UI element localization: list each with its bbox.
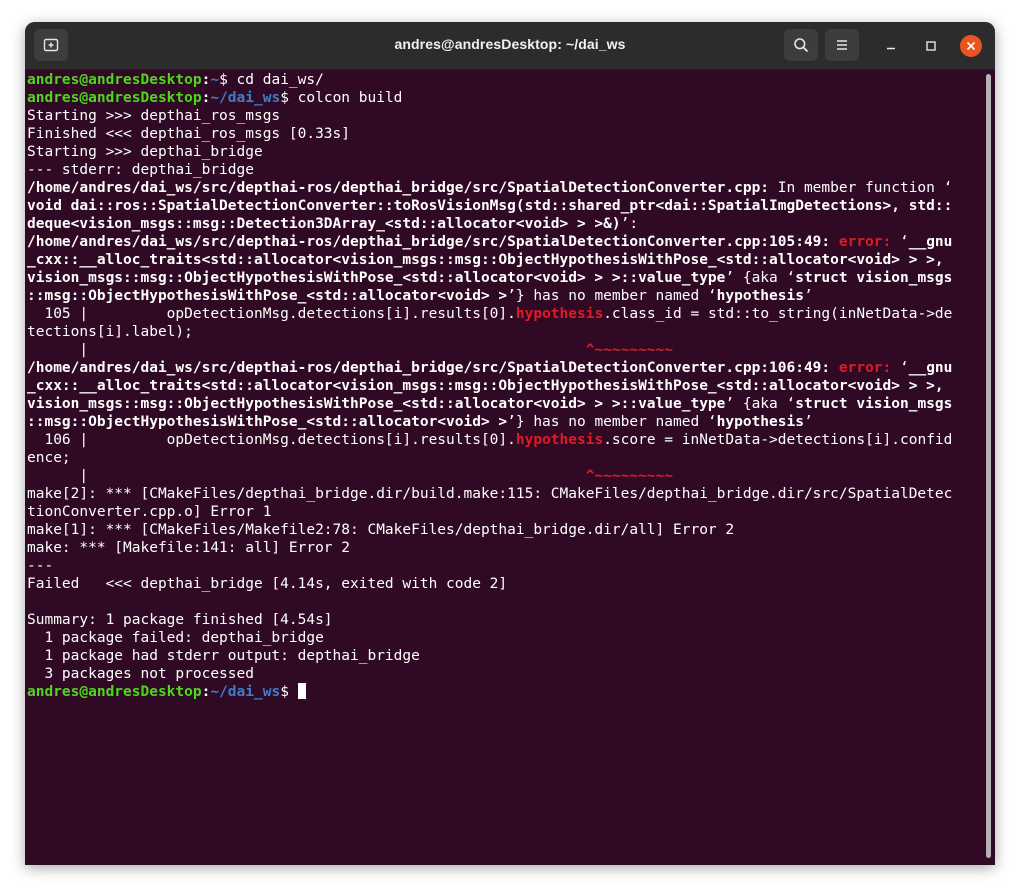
search-button[interactable] xyxy=(784,29,818,61)
output-line: Finished <<< depthai_ros_msgs [0.33s] xyxy=(27,126,351,142)
caret-line: | ^~~~~~~~~~ xyxy=(27,468,674,484)
output-line: tections[i].label); xyxy=(27,324,193,340)
output-line: Summary: 1 package finished [4.54s] xyxy=(27,612,333,628)
output-line: --- xyxy=(27,558,54,574)
output-line: 1 package had stderr output: depthai_bri… xyxy=(27,648,420,664)
output-line: ::msg::ObjectHypothesisWithPose_<std::al… xyxy=(27,288,813,304)
error-line: /home/andres/dai_ws/src/depthai-ros/dept… xyxy=(27,360,953,376)
title-bar: andres@andresDesktop: ~/dai_ws xyxy=(25,22,995,70)
close-button[interactable] xyxy=(960,35,982,57)
output-line: make[2]: *** [CMakeFiles/depthai_bridge.… xyxy=(27,486,953,502)
error-label: error: xyxy=(838,360,892,376)
output-line: deque<vision_msgs::msg::Detection3DArray… xyxy=(27,216,639,232)
error-label: error: xyxy=(838,234,892,250)
output-line: Starting >>> depthai_bridge xyxy=(27,144,263,160)
output-line: ::msg::ObjectHypothesisWithPose_<std::al… xyxy=(27,414,813,430)
text-cursor xyxy=(297,683,306,699)
hamburger-menu-icon xyxy=(837,40,847,50)
source-line: 106 | opDetectionMsg.detections[i].resul… xyxy=(27,432,953,448)
command-text: cd dai_ws/ xyxy=(236,72,324,88)
maximize-button[interactable] xyxy=(920,35,942,57)
output-line: ence; xyxy=(27,450,71,466)
menu-button[interactable] xyxy=(825,29,859,61)
terminal-window: andres@andresDesktop: ~/dai_ws andres@an… xyxy=(25,22,995,865)
output-line: Failed <<< depthai_bridge [4.14s, exited… xyxy=(27,576,508,592)
close-icon xyxy=(966,41,976,51)
output-line: vision_msgs::msg::ObjectHypothesisWithPo… xyxy=(27,270,953,286)
error-line: /home/andres/dai_ws/src/depthai-ros/dept… xyxy=(27,234,953,250)
output-line: 3 packages not processed xyxy=(27,666,254,682)
output-line: /home/andres/dai_ws/src/depthai-ros/dept… xyxy=(27,180,953,196)
prompt-line: andres@andresDesktop:~/dai_ws$ xyxy=(27,683,982,701)
prompt-line: andres@andresDesktop:~$ cd dai_ws/ xyxy=(27,72,324,88)
output-line: tionConverter.cpp.o] Error 1 xyxy=(27,504,272,520)
output-line: make[1]: *** [CMakeFiles/Makefile2:78: C… xyxy=(27,522,735,538)
source-line: 105 | opDetectionMsg.detections[i].resul… xyxy=(27,306,953,322)
output-line: make: *** [Makefile:141: all] Error 2 xyxy=(27,540,351,556)
prompt-line: andres@andresDesktop:~/dai_ws$ colcon bu… xyxy=(27,90,403,106)
output-line: --- stderr: depthai_bridge xyxy=(27,162,254,178)
terminal-output[interactable]: andres@andresDesktop:~$ cd dai_ws/ andre… xyxy=(27,71,982,861)
output-line: void dai::ros::SpatialDetectionConverter… xyxy=(27,198,953,214)
output-line: Starting >>> depthai_ros_msgs xyxy=(27,108,281,124)
minimize-button[interactable] xyxy=(880,35,902,57)
output-line: vision_msgs::msg::ObjectHypothesisWithPo… xyxy=(27,396,953,412)
caret-line: | ^~~~~~~~~~ xyxy=(27,342,674,358)
output-line: _cxx::__alloc_traits<std::allocator<visi… xyxy=(27,378,944,394)
maximize-icon xyxy=(926,41,936,51)
scrollbar[interactable] xyxy=(986,74,991,858)
output-line: 1 package failed: depthai_bridge xyxy=(27,630,324,646)
output-line: _cxx::__alloc_traits<std::allocator<visi… xyxy=(27,252,944,268)
search-icon xyxy=(794,38,809,53)
minimize-icon xyxy=(887,47,895,50)
command-text: colcon build xyxy=(297,90,403,106)
